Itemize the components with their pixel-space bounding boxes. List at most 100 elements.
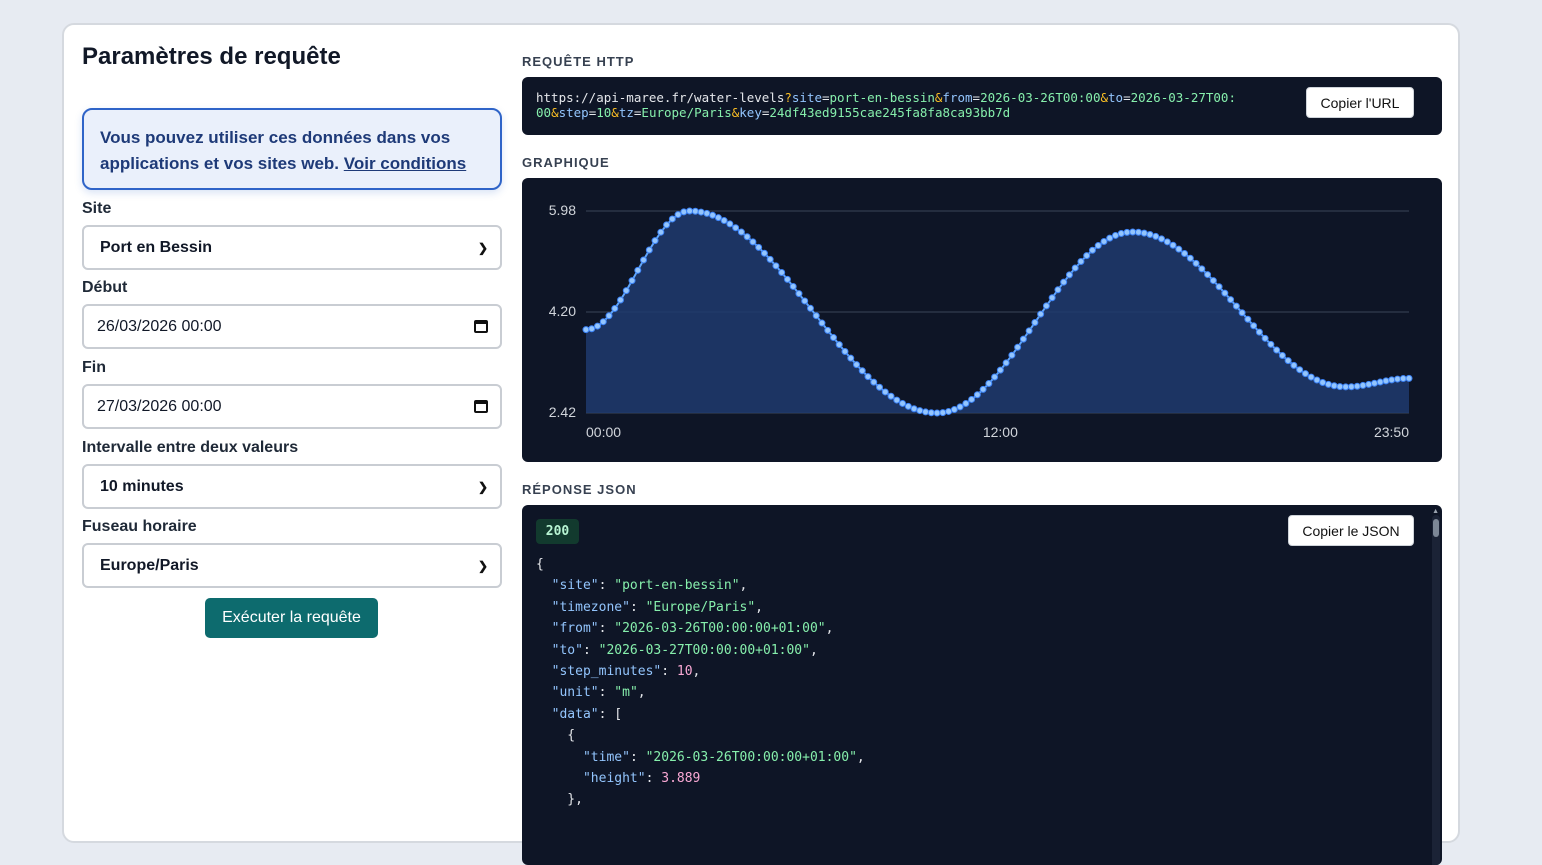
usage-notice: Vous pouvez utiliser ces données dans vo… <box>82 108 502 190</box>
data-point <box>1111 231 1119 239</box>
data-point <box>1163 238 1171 246</box>
data-point <box>1083 252 1091 260</box>
start-label: Début <box>82 279 128 296</box>
url-separator: & <box>551 105 559 120</box>
copy-url-button[interactable]: Copier l'URL <box>1306 87 1414 118</box>
data-point <box>1209 277 1217 285</box>
data-point <box>881 388 889 396</box>
data-point <box>1261 334 1269 342</box>
data-point <box>933 409 941 417</box>
url-param-value: Europe/Paris <box>641 105 732 120</box>
data-point <box>950 406 958 414</box>
data-point <box>1094 242 1102 250</box>
data-point <box>691 207 699 215</box>
data-point <box>876 383 884 391</box>
site-label: Site <box>82 200 112 217</box>
data-point <box>1135 228 1143 236</box>
url-param-value: 10 <box>596 105 612 120</box>
calendar-icon[interactable] <box>474 400 488 413</box>
data-point <box>922 408 930 416</box>
request-section-label: REQUÊTE HTTP <box>522 54 635 69</box>
url-param-key: key <box>739 105 762 120</box>
data-point <box>663 221 671 229</box>
data-point <box>617 296 625 304</box>
url-param-key: tz <box>618 105 634 120</box>
url-param-key: site <box>791 90 822 105</box>
data-point <box>743 233 751 241</box>
copy-json-button[interactable]: Copier le JSON <box>1288 515 1414 546</box>
url-base: https://api-maree.fr/water-levels <box>536 90 785 105</box>
data-point <box>1353 382 1361 390</box>
data-point <box>749 238 757 246</box>
data-point <box>979 385 987 393</box>
data-point <box>829 334 837 342</box>
conditions-link[interactable]: Voir conditions <box>344 154 466 173</box>
url-param-key: to <box>1108 90 1124 105</box>
json-scrollbar[interactable] <box>1432 515 1440 865</box>
data-point <box>1370 379 1378 387</box>
interval-label: Intervalle entre deux valeurs <box>82 439 299 456</box>
data-point <box>1393 375 1401 383</box>
data-point <box>1100 237 1108 245</box>
url-param-value: port-en-bessin <box>829 90 935 105</box>
data-point <box>996 366 1004 374</box>
url-separator: ? <box>784 90 792 105</box>
data-point <box>1405 374 1413 382</box>
end-label: Fin <box>82 359 106 376</box>
data-point <box>703 209 711 217</box>
y-tick-label: 4.20 <box>549 303 576 319</box>
data-point <box>1169 241 1177 249</box>
run-query-button[interactable]: Exécuter la requête <box>205 598 378 638</box>
url-equals: = <box>1123 90 1131 105</box>
data-point <box>1273 346 1281 354</box>
data-point <box>1198 265 1206 273</box>
data-point <box>766 255 774 263</box>
interval-select-value: 10 minutes <box>100 477 184 495</box>
data-point <box>870 378 878 386</box>
data-point <box>1037 310 1045 318</box>
data-point <box>605 312 613 320</box>
data-point <box>657 228 665 236</box>
data-point <box>611 304 619 312</box>
data-point <box>939 409 947 417</box>
site-select[interactable]: Port en Bessin ❯ <box>82 225 502 270</box>
data-point <box>622 287 630 295</box>
end-datetime-input[interactable]: 27/03/2026 00:00 <box>82 384 502 429</box>
chart-section-label: GRAPHIQUE <box>522 155 610 170</box>
data-point <box>1342 383 1350 391</box>
start-datetime-input[interactable]: 26/03/2026 00:00 <box>82 304 502 349</box>
data-point <box>760 249 768 257</box>
data-point <box>916 407 924 415</box>
data-point <box>709 211 717 219</box>
end-datetime-value: 27/03/2026 00:00 <box>97 397 222 415</box>
data-point <box>772 262 780 270</box>
scroll-up-icon[interactable]: ▲ <box>1432 508 1439 515</box>
request-url[interactable]: https://api-maree.fr/water-levels?site = p… <box>536 90 1236 120</box>
data-point <box>789 282 797 290</box>
chevron-down-icon: ❯ <box>477 240 488 255</box>
interval-select[interactable]: 10 minutes ❯ <box>82 464 502 509</box>
data-point <box>1048 294 1056 302</box>
data-point <box>1313 376 1321 384</box>
url-param-value: 2026-03-26T00:00 <box>980 90 1101 105</box>
data-point <box>806 304 814 312</box>
data-point <box>887 392 895 400</box>
data-point <box>1186 254 1194 262</box>
data-point <box>1238 309 1246 317</box>
data-point <box>1181 250 1189 258</box>
data-point <box>801 297 809 305</box>
data-point <box>899 399 907 407</box>
data-point <box>1267 340 1275 348</box>
data-point <box>726 220 734 228</box>
tide-chart-svg: 2.42 4.20 5.98 00:00 12:00 23:50 <box>549 202 1413 440</box>
json-scroll-thumb[interactable] <box>1433 519 1439 537</box>
timezone-select[interactable]: Europe/Paris ❯ <box>82 543 502 588</box>
data-point <box>1042 302 1050 310</box>
data-point <box>1278 352 1286 360</box>
calendar-icon[interactable] <box>474 320 488 333</box>
data-point <box>1019 335 1027 343</box>
page-title: Paramètres de requête <box>82 43 341 70</box>
data-point <box>720 217 728 225</box>
data-point <box>1065 271 1073 279</box>
data-point <box>1106 234 1114 242</box>
